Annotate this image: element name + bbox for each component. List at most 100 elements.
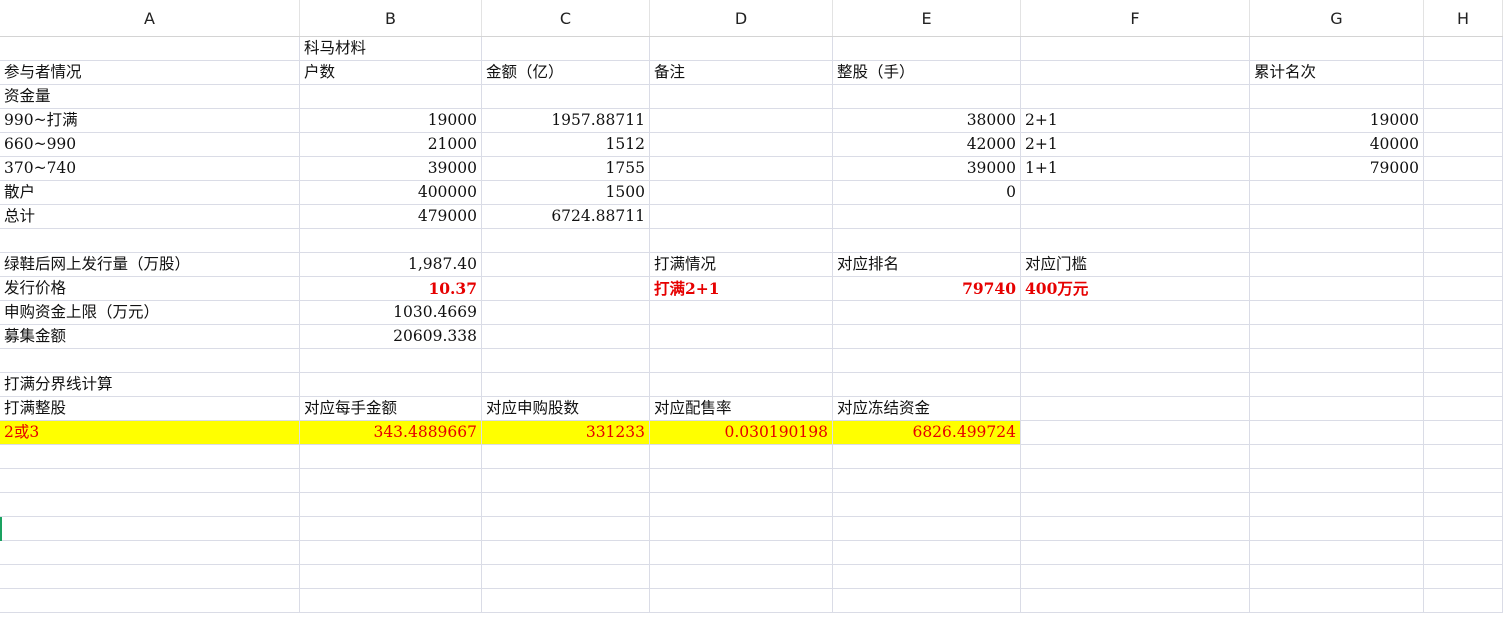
column-header-g[interactable]: G xyxy=(1250,0,1424,36)
cell-h15[interactable] xyxy=(1424,373,1503,397)
cell-e4[interactable]: 38000 xyxy=(833,109,1021,133)
cell-c20[interactable] xyxy=(482,493,650,517)
cell-g18[interactable] xyxy=(1250,445,1424,469)
cell-a11[interactable]: 发行价格 xyxy=(0,277,300,301)
cell-h12[interactable] xyxy=(1424,301,1503,325)
cell-c5[interactable]: 1512 xyxy=(482,133,650,157)
cell-h17[interactable] xyxy=(1424,421,1503,445)
cell-g21[interactable] xyxy=(1250,517,1424,541)
cell-a10[interactable]: 绿鞋后网上发行量（万股） xyxy=(0,253,300,277)
cell-e19[interactable] xyxy=(833,469,1021,493)
cell-f13[interactable] xyxy=(1021,325,1250,349)
cell-f4[interactable]: 2+1 xyxy=(1021,109,1250,133)
cell-f10[interactable]: 对应门槛 xyxy=(1021,253,1250,277)
cell-c15[interactable] xyxy=(482,373,650,397)
cell-b3[interactable] xyxy=(300,85,482,109)
cell-g7[interactable] xyxy=(1250,181,1424,205)
cell-d1[interactable] xyxy=(650,37,833,61)
cell-b4[interactable]: 19000 xyxy=(300,109,482,133)
cell-f20[interactable] xyxy=(1021,493,1250,517)
cell-c4[interactable]: 1957.88711 xyxy=(482,109,650,133)
cell-f3[interactable] xyxy=(1021,85,1250,109)
cell-c24[interactable] xyxy=(482,589,650,613)
cell-d6[interactable] xyxy=(650,157,833,181)
cell-a21[interactable] xyxy=(0,517,300,541)
cell-b20[interactable] xyxy=(300,493,482,517)
cell-c11[interactable] xyxy=(482,277,650,301)
cell-g17[interactable] xyxy=(1250,421,1424,445)
cell-f7[interactable] xyxy=(1021,181,1250,205)
cell-f5[interactable]: 2+1 xyxy=(1021,133,1250,157)
cell-b17[interactable]: 343.4889667 xyxy=(300,421,482,445)
cell-h19[interactable] xyxy=(1424,469,1503,493)
cell-h8[interactable] xyxy=(1424,205,1503,229)
cell-f6[interactable]: 1+1 xyxy=(1021,157,1250,181)
cell-h9[interactable] xyxy=(1424,229,1503,253)
cell-b5[interactable]: 21000 xyxy=(300,133,482,157)
cell-c23[interactable] xyxy=(482,565,650,589)
column-header-d[interactable]: D xyxy=(650,0,833,36)
cell-b11[interactable]: 10.37 xyxy=(300,277,482,301)
cell-g22[interactable] xyxy=(1250,541,1424,565)
cell-b9[interactable] xyxy=(300,229,482,253)
cell-b16[interactable]: 对应每手金额 xyxy=(300,397,482,421)
cell-e2[interactable]: 整股（手） xyxy=(833,61,1021,85)
column-header-h[interactable]: H xyxy=(1424,0,1503,36)
cell-g3[interactable] xyxy=(1250,85,1424,109)
cell-b8[interactable]: 479000 xyxy=(300,205,482,229)
cell-d3[interactable] xyxy=(650,85,833,109)
column-header-f[interactable]: F xyxy=(1021,0,1250,36)
cell-g5[interactable]: 40000 xyxy=(1250,133,1424,157)
cell-h1[interactable] xyxy=(1424,37,1503,61)
cell-d8[interactable] xyxy=(650,205,833,229)
cell-c17[interactable]: 331233 xyxy=(482,421,650,445)
cell-h18[interactable] xyxy=(1424,445,1503,469)
cell-a7[interactable]: 散户 xyxy=(0,181,300,205)
cell-g2[interactable]: 累计名次 xyxy=(1250,61,1424,85)
cell-b22[interactable] xyxy=(300,541,482,565)
cell-g14[interactable] xyxy=(1250,349,1424,373)
cell-a13[interactable]: 募集金额 xyxy=(0,325,300,349)
cell-f18[interactable] xyxy=(1021,445,1250,469)
cell-g10[interactable] xyxy=(1250,253,1424,277)
cell-e18[interactable] xyxy=(833,445,1021,469)
cell-f19[interactable] xyxy=(1021,469,1250,493)
cell-e12[interactable] xyxy=(833,301,1021,325)
cell-f8[interactable] xyxy=(1021,205,1250,229)
cell-g16[interactable] xyxy=(1250,397,1424,421)
cell-f1[interactable] xyxy=(1021,37,1250,61)
cell-h22[interactable] xyxy=(1424,541,1503,565)
cell-b13[interactable]: 20609.338 xyxy=(300,325,482,349)
cell-e10[interactable]: 对应排名 xyxy=(833,253,1021,277)
cell-f17[interactable] xyxy=(1021,421,1250,445)
cell-c21[interactable] xyxy=(482,517,650,541)
cell-b2[interactable]: 户数 xyxy=(300,61,482,85)
cell-a15[interactable]: 打满分界线计算 xyxy=(0,373,300,397)
cell-g6[interactable]: 79000 xyxy=(1250,157,1424,181)
cell-f22[interactable] xyxy=(1021,541,1250,565)
cell-h16[interactable] xyxy=(1424,397,1503,421)
cell-e15[interactable] xyxy=(833,373,1021,397)
cell-b15[interactable] xyxy=(300,373,482,397)
cell-e9[interactable] xyxy=(833,229,1021,253)
cell-h11[interactable] xyxy=(1424,277,1503,301)
cell-c14[interactable] xyxy=(482,349,650,373)
cell-c16[interactable]: 对应申购股数 xyxy=(482,397,650,421)
cell-h21[interactable] xyxy=(1424,517,1503,541)
cell-f11[interactable]: 400万元 xyxy=(1021,277,1250,301)
cell-g24[interactable] xyxy=(1250,589,1424,613)
cell-a6[interactable]: 370~740 xyxy=(0,157,300,181)
cell-b18[interactable] xyxy=(300,445,482,469)
cell-e8[interactable] xyxy=(833,205,1021,229)
cell-e21[interactable] xyxy=(833,517,1021,541)
cell-e3[interactable] xyxy=(833,85,1021,109)
cell-d24[interactable] xyxy=(650,589,833,613)
cell-d21[interactable] xyxy=(650,517,833,541)
cell-e22[interactable] xyxy=(833,541,1021,565)
cell-d16[interactable]: 对应配售率 xyxy=(650,397,833,421)
cell-c12[interactable] xyxy=(482,301,650,325)
cell-b24[interactable] xyxy=(300,589,482,613)
cell-h2[interactable] xyxy=(1424,61,1503,85)
cell-a19[interactable] xyxy=(0,469,300,493)
cell-b12[interactable]: 1030.4669 xyxy=(300,301,482,325)
